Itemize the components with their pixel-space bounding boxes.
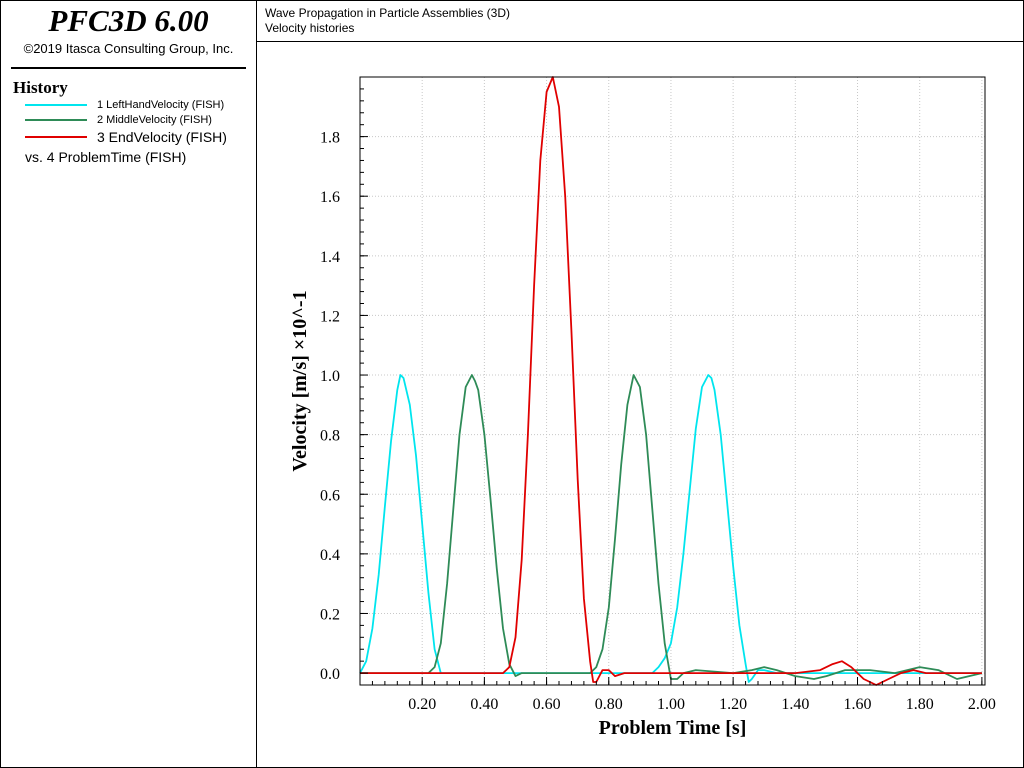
y-tick-label: 1.2 [320, 308, 340, 325]
y-tick-label: 0.2 [320, 606, 340, 623]
y-tick-label: 0.6 [320, 487, 340, 504]
legend-swatch-green [25, 119, 87, 121]
y-tick-label: 0.8 [320, 428, 340, 445]
x-tick-label: 1.40 [781, 696, 809, 713]
history-heading: History [13, 78, 68, 97]
main-window: PFC3D 6.00 ©2019 Itasca Consulting Group… [0, 0, 1024, 768]
y-tick-label: 1.0 [320, 368, 340, 385]
velocity-history-chart: 0.20 0.40 0.60 0.80 1.00 1.20 1.40 1.60 1.80 2.00… [289, 76, 996, 739]
x-tick-label: 1.00 [657, 696, 685, 713]
x-tick-label: 1.80 [906, 696, 934, 713]
y-axis-label: Velocity [m/s] ×10^-1 [289, 290, 311, 471]
copyright-notice: ©2019 Itasca Consulting Group, Inc. [23, 41, 234, 56]
plot-subtitle: Velocity histories [265, 21, 355, 35]
legend-label: 2 MiddleVelocity (FISH) [97, 114, 212, 126]
plot-title: Wave Propagation in Particle Assemblies … [265, 6, 510, 20]
x-axis-label: Problem Time [s] [599, 717, 747, 739]
y-tick-label: 1.6 [320, 189, 340, 206]
legend-label: 3 EndVelocity (FISH) [97, 129, 227, 145]
y-tick-label: 1.4 [320, 249, 340, 266]
x-tick-label: 0.60 [533, 696, 561, 713]
x-tick-label: 1.20 [719, 696, 747, 713]
plot-frame [359, 76, 986, 686]
legend-swatch-cyan [25, 104, 87, 106]
legend-swatch-red [25, 136, 87, 138]
x-tick-label: 2.00 [968, 696, 996, 713]
legend-x-variable: vs. 4 ProblemTime (FISH) [25, 149, 187, 165]
x-tick-label: 0.80 [595, 696, 623, 713]
grid-lines [360, 77, 985, 685]
app-title: PFC3D 6.00 [48, 3, 209, 38]
x-tick-label: 1.60 [844, 696, 872, 713]
x-tick-label: 0.40 [470, 696, 498, 713]
plot-header: Wave Propagation in Particle Assemblies … [257, 1, 1023, 42]
y-tick-label: 0.4 [320, 547, 340, 564]
title-divider [11, 67, 246, 69]
y-tick-label: 1.8 [320, 130, 340, 147]
y-tick-label: 0.0 [320, 666, 340, 683]
legend-panel: PFC3D 6.00 ©2019 Itasca Consulting Group… [1, 1, 257, 767]
x-tick-label: 0.20 [408, 696, 436, 713]
legend-label: 1 LeftHandVelocity (FISH) [97, 99, 225, 111]
tick-labels: 0.20 0.40 0.60 0.80 1.00 1.20 1.40 1.60 1.80 2.00… [320, 130, 996, 713]
